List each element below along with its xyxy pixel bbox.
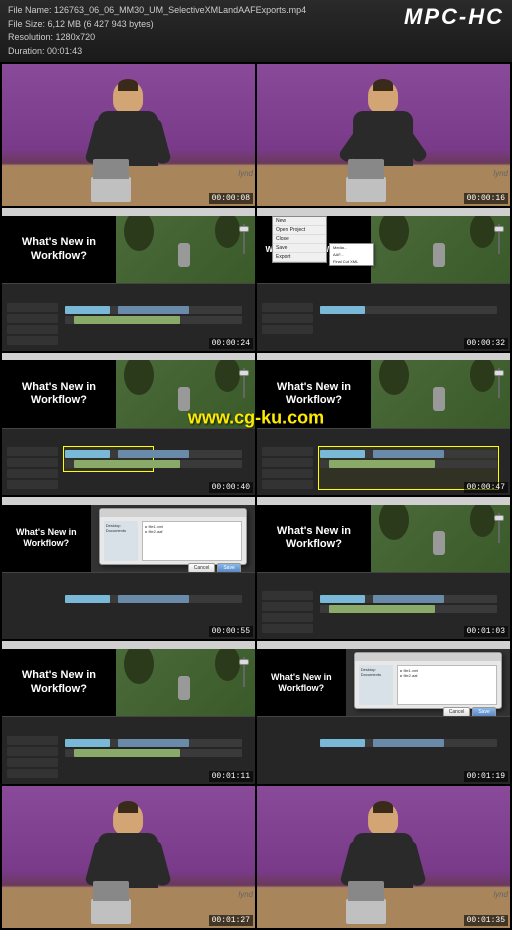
thumbnail-2: lynd 00:00:16 xyxy=(257,64,510,206)
thumbnail-1: lynd 00:00:08 xyxy=(2,64,255,206)
timecode: 00:00:08 xyxy=(209,193,253,204)
timecode: 00:01:19 xyxy=(464,771,508,782)
resolution-value: 1280x720 xyxy=(56,32,96,42)
timecode: 00:00:47 xyxy=(464,482,508,493)
save-dialog[interactable]: DesktopDocuments ▸ file1.xml▸ file2.aaf … xyxy=(99,508,247,565)
info-header: File Name: 126763_06_06_MM30_UM_Selectiv… xyxy=(0,0,512,62)
thumbnail-4: What's New in Workflow? NewOpen ProjectC… xyxy=(257,208,510,350)
timecode: 00:00:24 xyxy=(209,338,253,349)
cancel-button[interactable]: Cancel xyxy=(443,707,471,716)
file-name-value: 126763_06_06_MM30_UM_SelectiveXMLandAAFE… xyxy=(54,5,306,15)
timecode: 00:00:55 xyxy=(209,626,253,637)
duration-value: 00:01:43 xyxy=(47,46,82,56)
thumbnail-3: What's New in Workflow? 00:00:24 xyxy=(2,208,255,350)
timecode: 00:01:03 xyxy=(464,626,508,637)
player-logo: MPC-HC xyxy=(404,4,504,30)
timecode: 00:00:32 xyxy=(464,338,508,349)
file-size-value: 6,12 MB (6 427 943 bytes) xyxy=(48,19,154,29)
thumbnail-12: lynd 00:01:35 xyxy=(257,786,510,928)
timecode: 00:01:35 xyxy=(464,915,508,926)
save-button[interactable]: Save xyxy=(217,563,240,572)
save-button[interactable]: Save xyxy=(472,707,495,716)
timecode: 00:01:11 xyxy=(209,771,253,782)
thumbnail-5: What's New in Workflow? 00:00:40 xyxy=(2,353,255,495)
thumbnail-11: lynd 00:01:27 xyxy=(2,786,255,928)
cancel-button[interactable]: Cancel xyxy=(188,563,216,572)
thumbnail-10: What's New in Workflow? DesktopDocuments… xyxy=(257,641,510,783)
thumbnail-8: What's New in Workflow? 00:01:03 xyxy=(257,497,510,639)
thumbnail-grid: lynd 00:00:08 lynd 00:00:16 What's New i… xyxy=(0,62,512,930)
thumbnail-9: What's New in Workflow? 00:01:11 xyxy=(2,641,255,783)
save-dialog[interactable]: DesktopDocuments ▸ file1.xml▸ file2.aaf … xyxy=(354,652,502,709)
thumbnail-6: What's New in Workflow? 00:00:47 xyxy=(257,353,510,495)
thumbnail-7: What's New in Workflow? DesktopDocuments… xyxy=(2,497,255,639)
file-menu-dropdown[interactable]: NewOpen ProjectCloseSaveExport xyxy=(272,216,327,263)
timecode: 00:01:27 xyxy=(209,915,253,926)
timecode: 00:00:16 xyxy=(464,193,508,204)
timecode: 00:00:40 xyxy=(209,482,253,493)
file-info: File Name: 126763_06_06_MM30_UM_Selectiv… xyxy=(8,4,306,58)
export-submenu[interactable]: Media...AAF...Final Cut XML xyxy=(329,243,374,266)
